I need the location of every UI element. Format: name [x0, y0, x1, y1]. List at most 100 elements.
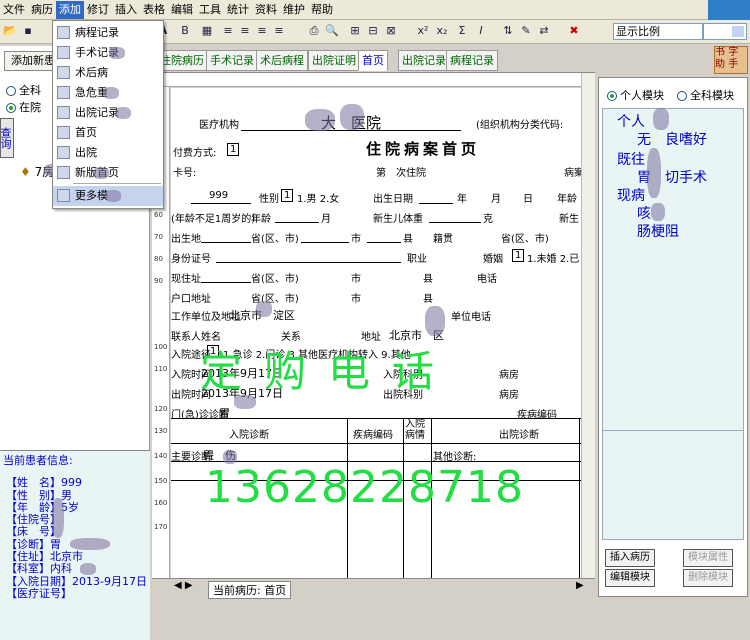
tab-6[interactable]: 病程记录 — [446, 50, 498, 71]
underline-icon[interactable]: B — [177, 23, 193, 39]
menu-item-5[interactable]: 表格 — [140, 1, 168, 19]
id-label: 身份证号 — [171, 254, 211, 265]
marriage-value[interactable]: 1 — [512, 249, 525, 262]
tree-leaf-habits[interactable]: 无 良嗜好 — [637, 129, 707, 149]
menu-item-6[interactable]: 编辑 — [168, 1, 196, 19]
print-icon[interactable]: ⎙ — [306, 23, 322, 39]
align-center-icon[interactable]: ≡ — [237, 23, 253, 39]
redaction-mark — [647, 148, 661, 198]
add-menu-item-6[interactable]: 出院 — [53, 143, 163, 163]
tree-leaf-cough[interactable]: 咳 — [637, 203, 651, 223]
nav-arrows[interactable]: ◀ ▶ — [174, 580, 193, 591]
module-property-button[interactable]: 模块属性 — [683, 549, 733, 567]
scroll-right-arrow[interactable]: ▶ — [576, 580, 584, 591]
infant-label: (年龄不足1周岁的) — [171, 214, 256, 225]
tree-node-personal[interactable]: 个人 — [617, 111, 645, 131]
insert-row-icon[interactable]: ⊞ — [347, 23, 363, 39]
add-menu-dropdown: 病程记录手术记录术后病急危重出院记录首页出院新版首页更多模 — [52, 20, 164, 209]
align-left-icon[interactable]: ≡ — [220, 23, 236, 39]
menu-item-8[interactable]: 统计 — [224, 1, 252, 19]
sort-icon[interactable]: ⇅ — [500, 23, 516, 39]
save-icon[interactable]: ▪ — [20, 23, 36, 39]
menu-item-0[interactable]: 文件 — [0, 1, 28, 19]
gender-value[interactable]: 1 — [281, 189, 294, 202]
menu-item-4[interactable]: 插入 — [112, 1, 140, 19]
menu-item-10[interactable]: 维护 — [280, 1, 308, 19]
redaction-mark — [340, 104, 364, 130]
tab-3[interactable]: 出院证明 — [308, 50, 360, 71]
radio-icon — [607, 91, 617, 101]
close-icon[interactable]: ✖ — [566, 23, 582, 39]
add-menu-item-4[interactable]: 出院记录 — [53, 103, 163, 123]
superscript-icon[interactable]: x² — [415, 23, 431, 39]
align-right-icon[interactable]: ≡ — [254, 23, 270, 39]
menu-separator — [73, 183, 161, 184]
menu-item-7[interactable]: 工具 — [196, 1, 224, 19]
redaction-mark — [109, 47, 125, 59]
record-title: 住院病案首页 — [366, 140, 481, 158]
gender-label: 性别 — [259, 194, 279, 205]
zoom-select[interactable]: 显示比例 — [613, 23, 703, 40]
document-scrollbar[interactable] — [581, 73, 595, 579]
preview-icon[interactable]: 🔍 — [324, 23, 340, 39]
add-menu-item-2[interactable]: 术后病 — [53, 63, 163, 83]
table-icon[interactable]: ▦ — [199, 23, 215, 39]
query-button[interactable]: 查询 — [0, 118, 14, 158]
menu-item-2[interactable]: 添加 — [56, 0, 84, 19]
find-icon[interactable]: ✎ — [518, 23, 534, 39]
justify-icon[interactable]: ≡ — [271, 23, 287, 39]
document-icon — [57, 189, 70, 202]
subscript-icon[interactable]: x₂ — [434, 23, 450, 39]
day-label: 日 — [523, 194, 533, 205]
org-label: 医疗机构 — [199, 120, 239, 131]
template-preview-area — [602, 430, 744, 540]
patient-info-line: 【科室】内科 — [6, 562, 72, 576]
patient-info-line: 【医疗证号】 — [6, 586, 72, 600]
radio-all-module[interactable]: 全科模块 — [677, 87, 734, 103]
add-menu-item-0[interactable]: 病程记录 — [53, 23, 163, 43]
menu-item-11[interactable]: 帮助 — [308, 1, 336, 19]
add-menu-item-label: 术后病 — [75, 66, 108, 79]
radio-personal-module[interactable]: 个人模块 — [607, 87, 664, 103]
italic-icon[interactable]: I — [473, 23, 489, 39]
card-label: 卡号: — [173, 168, 197, 179]
tree-node-present[interactable]: 现病 — [617, 185, 645, 205]
patient-info-heading: 当前患者信息: — [3, 454, 73, 467]
month-label-2: 月 — [321, 214, 331, 225]
tab-5[interactable]: 出院记录 — [398, 50, 450, 71]
menubar: 文件 病历 添加 修订 插入 表格 编辑 工具 统计 资料 维护 帮助 — [0, 0, 750, 20]
tree-node-history[interactable]: 既往 — [617, 149, 645, 169]
table-header-condition: 入院病情 — [405, 419, 425, 441]
add-menu-item-1[interactable]: 手术记录 — [53, 43, 163, 63]
phone-label: 电话 — [477, 274, 497, 285]
menu-item-9[interactable]: 资料 — [252, 1, 280, 19]
address-label: 现住址 — [171, 274, 201, 285]
payment-value[interactable]: 1 — [227, 143, 240, 156]
delete-row-icon[interactable]: ⊠ — [383, 23, 399, 39]
tab-1[interactable]: 手术记录 — [206, 50, 258, 71]
sum-icon[interactable]: Σ — [454, 23, 470, 39]
replace-icon[interactable]: ⇄ — [536, 23, 552, 39]
delete-module-button[interactable]: 删除模块 — [683, 569, 733, 587]
zoom-value-select[interactable] — [703, 23, 747, 40]
tree-leaf-ileus[interactable]: 肠梗阻 — [637, 221, 679, 241]
work-phone-label: 单位电话 — [451, 312, 491, 323]
add-menu-item-5[interactable]: 首页 — [53, 123, 163, 143]
menu-item-1[interactable]: 病历 — [28, 1, 56, 19]
name-value[interactable]: 999 — [209, 190, 228, 201]
writing-helper-button[interactable]: 书 字助 手 — [714, 46, 748, 74]
insert-record-button[interactable]: 插入病历 — [605, 549, 655, 567]
menu-item-3[interactable]: 修订 — [84, 1, 112, 19]
tab-2[interactable]: 术后病程 — [256, 50, 308, 71]
open-icon[interactable]: 📂 — [2, 23, 18, 39]
tab-4[interactable]: 首页 — [358, 50, 388, 71]
radio-all-department[interactable]: 全科 — [6, 82, 41, 98]
current-record-tab[interactable]: 当前病历: 首页 — [208, 581, 292, 599]
insert-col-icon[interactable]: ⊟ — [365, 23, 381, 39]
edit-module-button[interactable]: 编辑模块 — [605, 569, 655, 587]
radio-icon — [6, 103, 16, 113]
redaction-mark — [70, 538, 110, 550]
document-icon — [57, 126, 70, 139]
times-label: 第 次住院 — [376, 168, 426, 179]
radio-in-hospital[interactable]: 在院 — [6, 99, 41, 115]
